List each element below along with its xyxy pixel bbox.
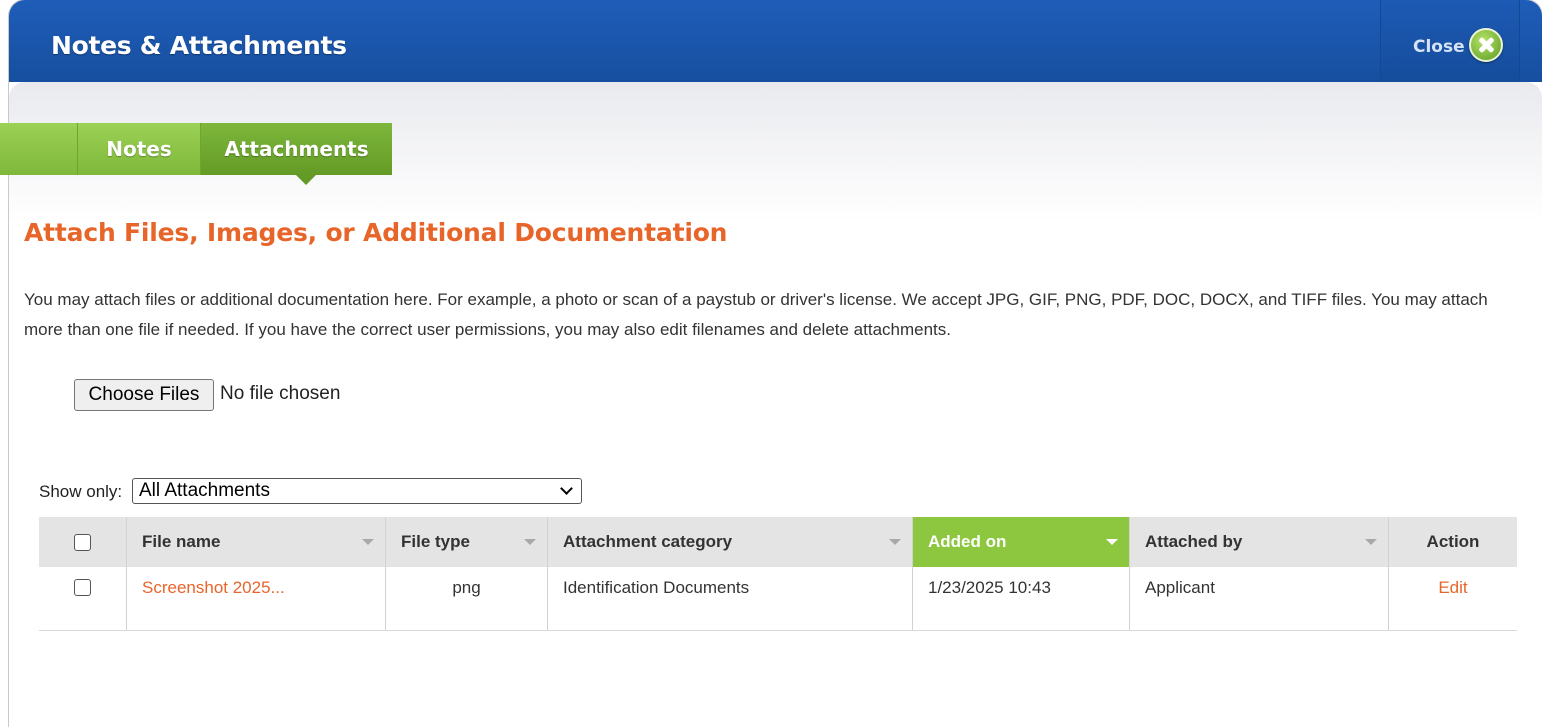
- sort-arrow-icon[interactable]: [1106, 539, 1118, 545]
- column-label: File type: [401, 532, 470, 551]
- column-label: Attached by: [1145, 532, 1243, 551]
- cell-attachment-category: Identification Documents: [547, 567, 912, 630]
- cell-file-type: png: [385, 567, 547, 630]
- select-all-checkbox[interactable]: [74, 534, 91, 551]
- edit-link[interactable]: Edit: [1438, 578, 1467, 597]
- table-header: File name File type Attachment category …: [39, 517, 1517, 567]
- row-checkbox[interactable]: [74, 579, 91, 596]
- sort-arrow-icon[interactable]: [1365, 539, 1377, 545]
- sort-arrow-icon[interactable]: [524, 539, 536, 545]
- dialog-header: Notes & Attachments Close: [9, 0, 1542, 82]
- column-label: File name: [142, 532, 221, 551]
- close-icon: [1469, 28, 1503, 62]
- tab-bar-lead: [0, 123, 77, 175]
- attachments-description: You may attach files or additional docum…: [24, 290, 1488, 339]
- tab-notes[interactable]: Notes: [77, 123, 200, 175]
- column-header-action: Action: [1388, 517, 1517, 567]
- file-chosen-status: No file chosen: [220, 383, 341, 404]
- tab-bar: Notes Attachments: [0, 123, 401, 175]
- row-select-cell: [39, 567, 126, 630]
- filter-label: Show only:: [39, 482, 123, 501]
- choose-files-button[interactable]: Choose Files: [74, 379, 214, 411]
- filter-selected-value: All Attachments: [139, 480, 270, 501]
- header-select-all: [39, 517, 126, 567]
- cell-attached-by: Applicant: [1129, 567, 1388, 630]
- column-header-file-type[interactable]: File type: [385, 517, 547, 567]
- table-row: Screenshot 2025... png Identification Do…: [39, 567, 1517, 631]
- sort-arrow-icon[interactable]: [362, 539, 374, 545]
- sort-arrow-icon[interactable]: [889, 539, 901, 545]
- column-label: Attachment category: [563, 532, 733, 551]
- dialog-title: Notes & Attachments: [51, 31, 347, 60]
- cell-added-on: 1/23/2025 10:43: [912, 567, 1129, 630]
- column-label: Added on: [928, 532, 1007, 551]
- attachments-table: File name File type Attachment category …: [39, 517, 1517, 631]
- cell-action: Edit: [1388, 567, 1517, 630]
- close-button[interactable]: Close: [1380, 0, 1520, 82]
- attachment-filter-select[interactable]: All Attachments: [132, 478, 582, 504]
- chevron-down-icon: [560, 482, 573, 495]
- column-header-file-name[interactable]: File name: [126, 517, 385, 567]
- file-name-link[interactable]: Screenshot 2025...: [142, 578, 285, 597]
- active-tab-pointer: [296, 175, 316, 185]
- cell-file-name: Screenshot 2025...: [126, 567, 385, 630]
- tab-attachments[interactable]: Attachments: [200, 123, 392, 175]
- close-label: Close: [1413, 37, 1465, 57]
- section-heading: Attach Files, Images, or Additional Docu…: [24, 218, 728, 247]
- column-header-attachment-category[interactable]: Attachment category: [547, 517, 912, 567]
- column-header-added-on[interactable]: Added on: [912, 517, 1129, 567]
- column-header-attached-by[interactable]: Attached by: [1129, 517, 1388, 567]
